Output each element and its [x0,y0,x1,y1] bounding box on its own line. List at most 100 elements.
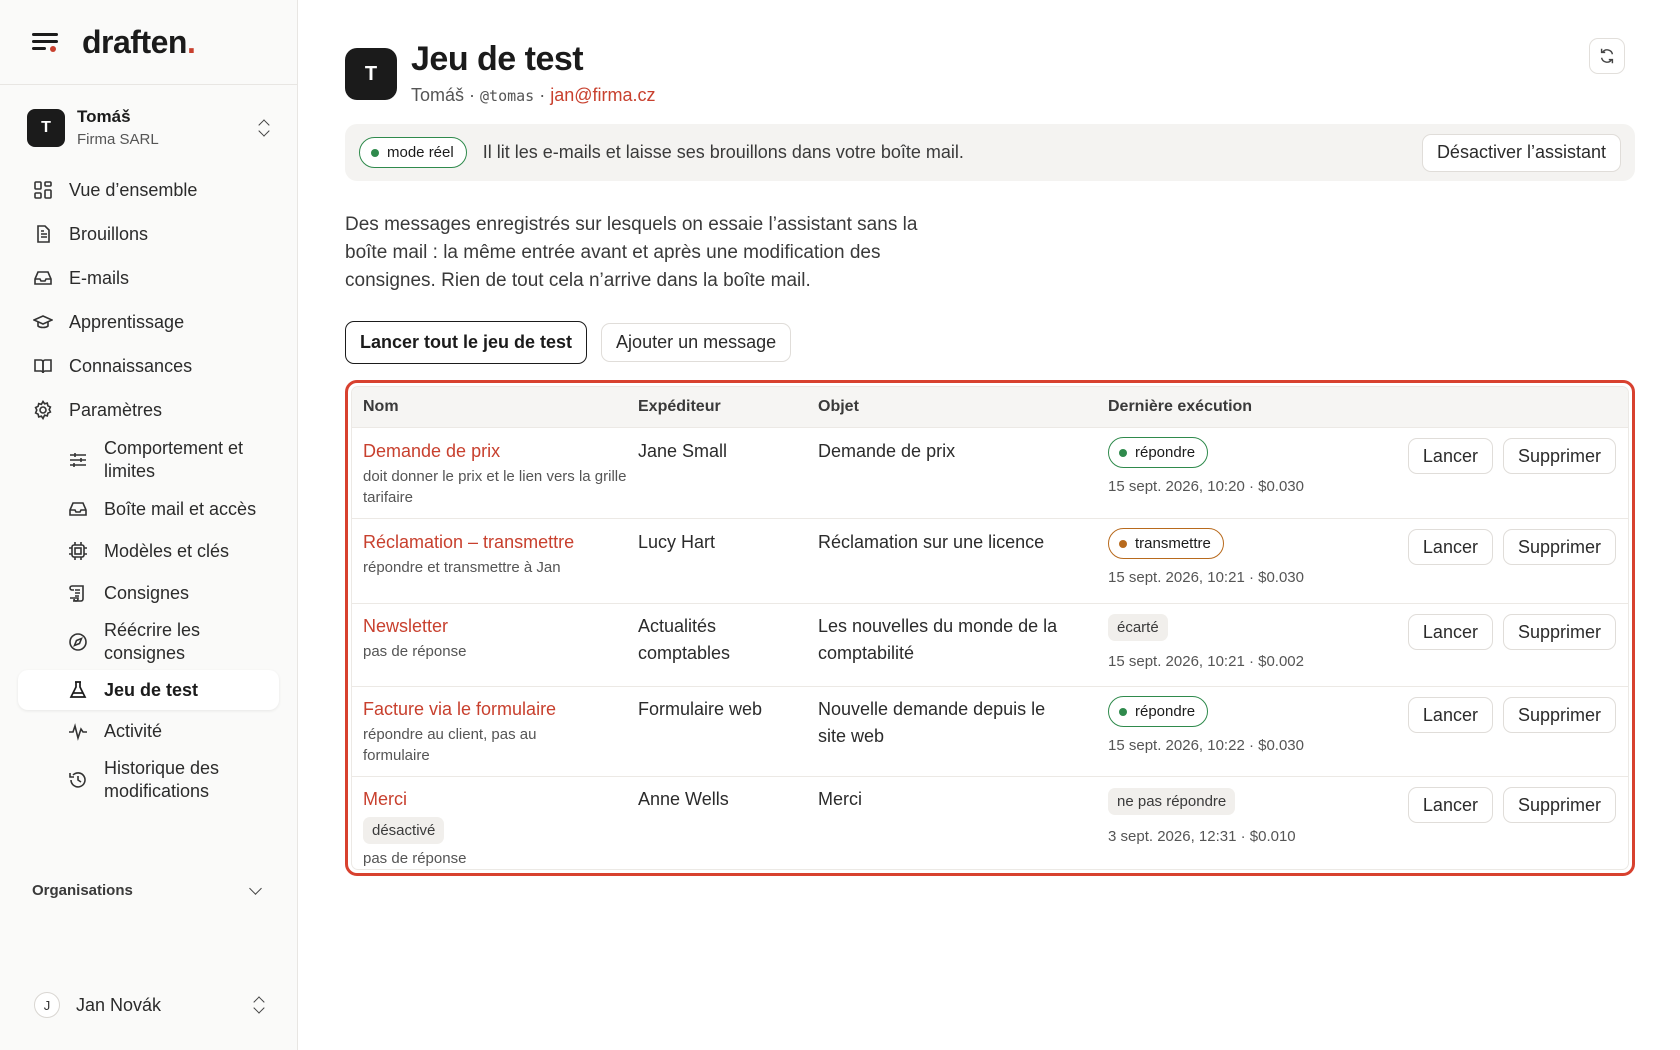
grid-icon [33,180,53,200]
account-name: Tomáš [77,107,131,126]
test-name-link[interactable]: Newsletter [363,613,638,640]
sidebar-item-activity[interactable]: Activité [18,710,279,752]
sidebar-item-learning[interactable]: Apprentissage [18,300,279,344]
header-avatar: T [345,48,397,100]
table-row: Facture via le formulaire répondre au cl… [352,687,1628,777]
disable-assistant-button[interactable]: Désactiver l’assistant [1421,133,1621,172]
sidebar-item-behavior[interactable]: Comportement et limites [18,432,279,488]
user-menu[interactable]: J Jan Novák [34,992,266,1018]
status-badge: répondre [1108,696,1209,727]
refresh-button[interactable] [1589,38,1625,74]
flask-icon [68,680,88,700]
run-button[interactable]: Lancer [1407,438,1493,474]
table-row: Demande de prix doit donner le prix et l… [352,428,1628,519]
test-description: répondre au client, pas au formulaire [363,726,537,764]
delete-button[interactable]: Supprimer [1502,438,1616,474]
run-all-button[interactable]: Lancer tout le jeu de test [345,321,588,364]
sidebar-item-models[interactable]: Modèles et clés [18,530,279,572]
column-header-last-run: Dernière exécution [1108,398,1253,415]
sidebar-item-emails[interactable]: E-mails [18,256,279,300]
test-name-link[interactable]: Facture via le formulaire [363,696,638,723]
organisations-toggle[interactable]: Organisations [32,882,264,899]
test-name-link[interactable]: Demande de prix [363,438,638,465]
column-header-name: Nom [363,398,399,415]
run-button[interactable]: Lancer [1407,614,1493,650]
sidebar-nav: Vue d’ensemble Brouillons E-mails Appren… [0,168,297,808]
sidebar-item-instructions[interactable]: Consignes [18,572,279,614]
status-badge: répondre [1108,437,1209,468]
test-table: Nom Expéditeur Objet Dernière exécution … [352,387,1628,869]
user-handle: @tomas [480,87,535,105]
delete-button[interactable]: Supprimer [1502,787,1616,823]
add-message-button[interactable]: Ajouter un message [601,323,792,362]
subject-cell: Réclamation sur une licence [818,532,1045,552]
inbox-icon [68,499,88,519]
subject-cell: Demande de prix [818,441,956,461]
chevron-up-down-icon [257,118,271,138]
account-switcher[interactable]: T Tomáš Firma SARL [0,85,297,168]
sidebar-item-knowledge[interactable]: Connaissances [18,344,279,388]
run-timestamp: 15 sept. 2026, 10:22 · $0.030 [1108,737,1304,754]
main-content: T Jeu de test Tomáš · @tomas · jan@firma… [345,0,1635,876]
user-avatar: J [34,992,60,1018]
test-description: répondre et transmettre à Jan [363,559,561,576]
sender-cell: Jane Small [638,441,728,461]
book-icon [33,356,53,376]
status-badge: ne pas répondre [1108,788,1236,815]
table-row: Réclamation – transmettre répondre et tr… [352,519,1628,604]
run-timestamp: 3 sept. 2026, 12:31 · $0.010 [1108,828,1296,845]
page-header: T Jeu de test Tomáš · @tomas · jan@firma… [345,40,1635,106]
delete-button[interactable]: Supprimer [1502,529,1616,565]
menu-icon[interactable] [32,31,60,53]
table-header: Nom Expéditeur Objet Dernière exécution [352,387,1628,428]
test-description: pas de réponse [363,643,467,660]
page-title: Jeu de test [411,40,584,78]
sidebar-item-overview[interactable]: Vue d’ensemble [18,168,279,212]
account-avatar: T [27,108,65,147]
sender-cell: Lucy Hart [638,532,716,552]
run-button[interactable]: Lancer [1407,697,1493,733]
column-header-sender: Expéditeur [638,398,721,415]
graduation-cap-icon [33,312,53,332]
test-name-link[interactable]: Merci [363,786,638,813]
sidebar-item-history[interactable]: Historique des modifications [18,752,279,808]
disabled-badge: désactivé [363,817,445,844]
run-timestamp: 15 sept. 2026, 10:21 · $0.002 [1108,653,1304,670]
test-description: doit donner le prix et le lien vers la g… [363,468,627,506]
delete-button[interactable]: Supprimer [1502,614,1616,650]
page-subtitle: Tomáš · @tomas · jan@firma.cz [411,85,656,105]
sidebar-item-rewrite[interactable]: Réécrire les consignes [18,614,279,670]
scroll-icon [68,583,88,603]
sidebar-item-mailbox[interactable]: Boîte mail et accès [18,488,279,530]
column-header-subject: Objet [818,398,859,415]
sidebar: draften. T Tomáš Firma SARL Vue d’ensemb… [0,0,298,1050]
run-button[interactable]: Lancer [1407,529,1493,565]
intro-text: Des messages enregistrés sur lesquels on… [345,214,918,291]
run-button[interactable]: Lancer [1407,787,1493,823]
table-row: Merci désactivé pas de réponse Anne Well… [352,777,1628,869]
chevron-down-icon [249,882,262,895]
subject-cell: Les nouvelles du monde de la comptabilit… [818,616,1058,663]
sender-cell: Actualités comptables [638,616,731,663]
sliders-icon [68,450,88,470]
sidebar-item-settings[interactable]: Paramètres [18,388,279,432]
test-name-link[interactable]: Réclamation – transmettre [363,529,638,556]
test-description: pas de réponse [363,850,467,867]
logo[interactable]: draften. [82,24,196,61]
history-icon [68,770,88,790]
mode-banner: mode réel Il lit les e-mails et laisse s… [345,124,1635,181]
pulse-icon [68,721,88,741]
user-email[interactable]: jan@firma.cz [550,85,655,105]
delete-button[interactable]: Supprimer [1502,697,1616,733]
inbox-icon [33,268,53,288]
sidebar-item-drafts[interactable]: Brouillons [18,212,279,256]
test-table-highlight: Nom Expéditeur Objet Dernière exécution … [345,380,1635,876]
user-name: Jan Novák [76,994,162,1015]
run-timestamp: 15 sept. 2026, 10:20 · $0.030 [1108,478,1304,495]
sidebar-item-test-set[interactable]: Jeu de test [18,670,279,710]
actions-bar: Lancer tout le jeu de test Ajouter un me… [345,321,1635,364]
banner-message: Il lit les e-mails et laisse ses brouill… [482,142,964,162]
status-dot [371,148,379,157]
chevron-up-down-icon [252,995,266,1015]
table-row: Newsletter pas de réponse Actualités com… [352,604,1628,687]
